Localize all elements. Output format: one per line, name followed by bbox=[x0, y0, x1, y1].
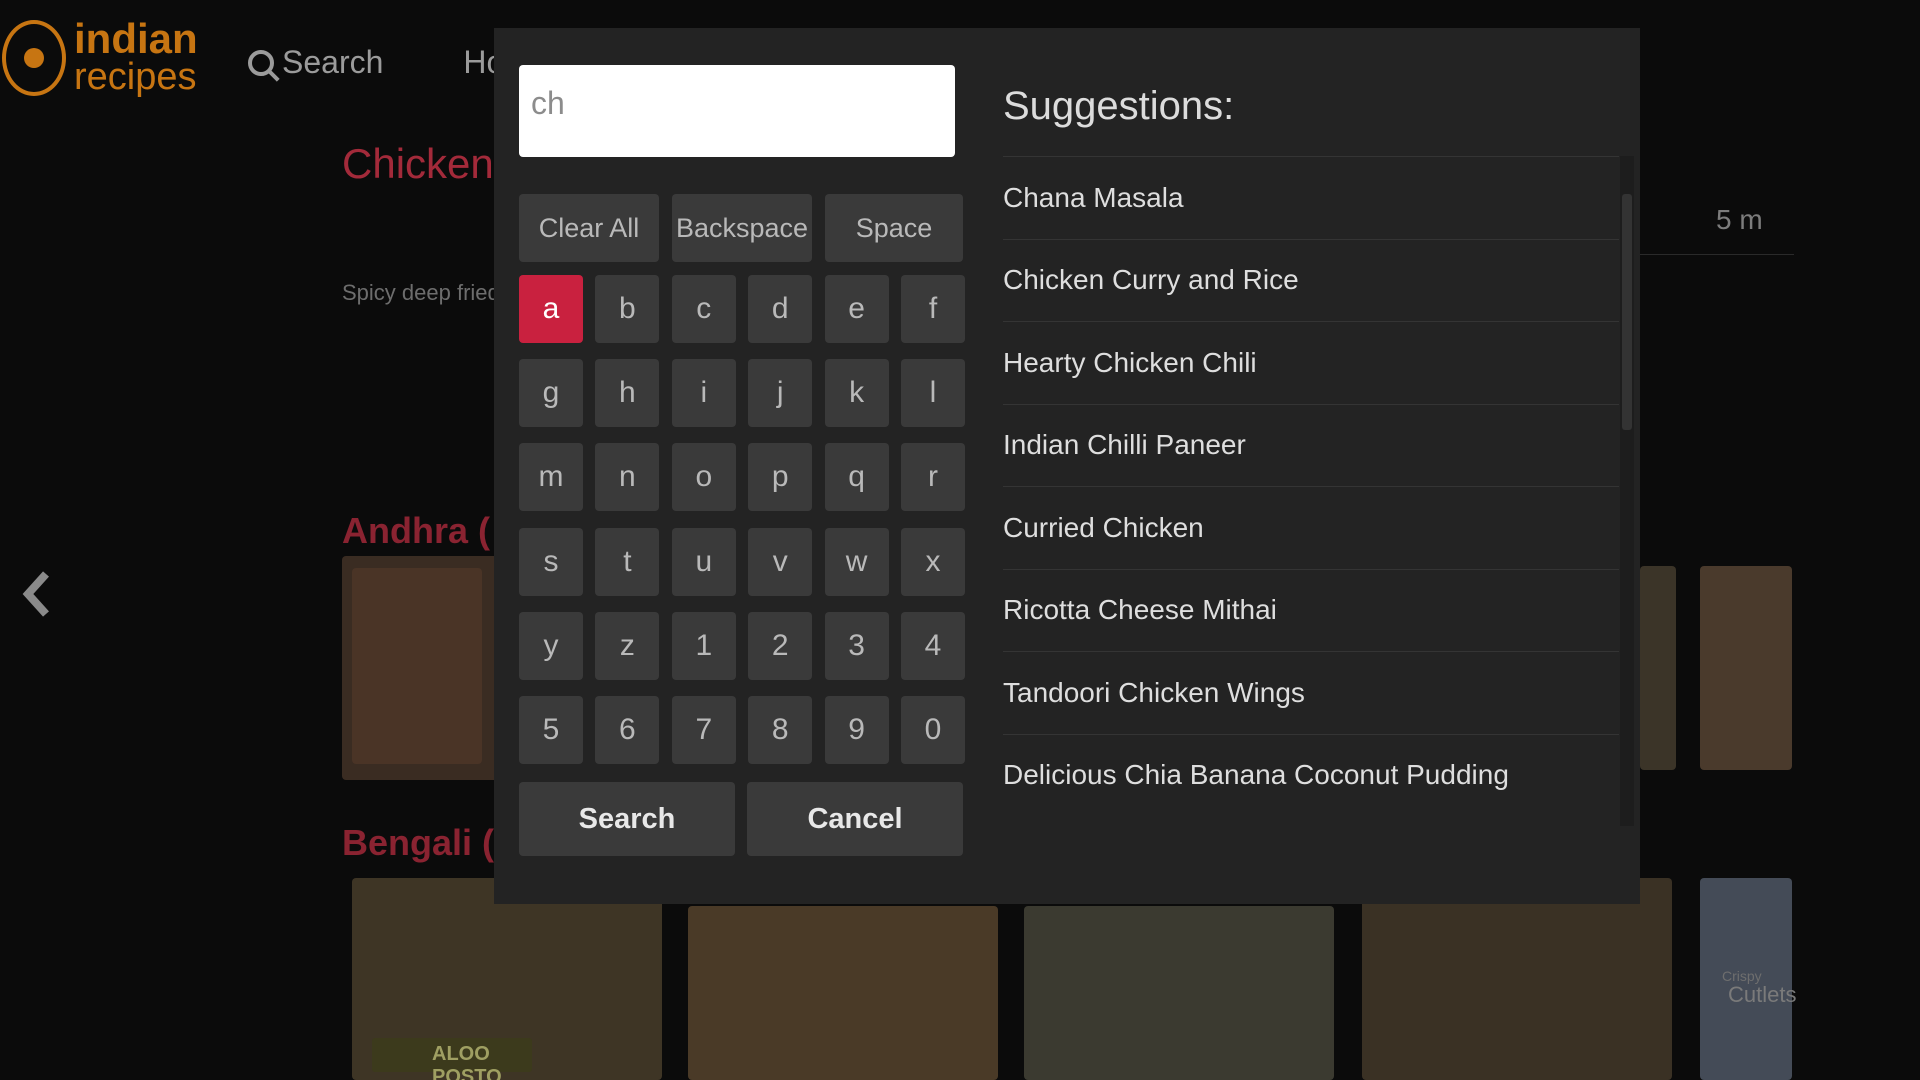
key-9[interactable]: 9 bbox=[824, 696, 889, 764]
recipe-time: 5 m bbox=[1716, 204, 1763, 235]
key-t[interactable]: t bbox=[595, 527, 660, 596]
key-q[interactable]: q bbox=[824, 443, 889, 512]
key-f[interactable]: f bbox=[901, 275, 965, 343]
key-5[interactable]: 5 bbox=[519, 696, 583, 764]
key-l[interactable]: l bbox=[901, 359, 965, 428]
recipe-description: Spicy deep fried bbox=[342, 280, 500, 305]
chevron-left-icon[interactable] bbox=[22, 568, 52, 620]
key-8[interactable]: 8 bbox=[748, 696, 813, 764]
thumbnail-caption-aloo-posto: ALOO POSTO bbox=[372, 1038, 532, 1080]
recipe-thumbnail[interactable] bbox=[1640, 566, 1676, 770]
suggestion-item[interactable]: Curried Chicken bbox=[1003, 486, 1619, 569]
key-b[interactable]: b bbox=[595, 275, 660, 343]
key-r[interactable]: r bbox=[901, 443, 965, 512]
recipe-thumbnail[interactable] bbox=[1024, 906, 1334, 1080]
recipe-thumbnail[interactable] bbox=[1700, 566, 1792, 770]
key-7[interactable]: 7 bbox=[671, 696, 736, 764]
suggestion-item[interactable]: Indian Chilli Paneer bbox=[1003, 403, 1619, 487]
key-o[interactable]: o bbox=[671, 443, 736, 512]
key-m[interactable]: m bbox=[519, 443, 583, 512]
key-n[interactable]: n bbox=[595, 443, 660, 512]
suggestion-item[interactable]: Chicken Curry and Rice bbox=[1003, 238, 1619, 322]
recipe-title: Chicken ( bbox=[342, 140, 520, 187]
key-d[interactable]: d bbox=[748, 275, 813, 343]
search-button[interactable]: Search bbox=[519, 782, 735, 856]
key-2[interactable]: 2 bbox=[748, 611, 813, 680]
key-k[interactable]: k bbox=[824, 359, 889, 428]
thumbnail-caption-cutlets: Cutlets bbox=[1728, 982, 1797, 1007]
key-6[interactable]: 6 bbox=[595, 696, 660, 764]
key-3[interactable]: 3 bbox=[824, 611, 889, 680]
key-c[interactable]: c bbox=[671, 275, 736, 343]
suggestion-item[interactable]: Delicious Chia Banana Coconut Pudding bbox=[1003, 733, 1619, 817]
recipe-thumbnail[interactable] bbox=[688, 906, 998, 1080]
key-p[interactable]: p bbox=[748, 443, 813, 512]
key-s[interactable]: s bbox=[519, 527, 583, 596]
key-u[interactable]: u bbox=[671, 527, 736, 596]
nav-search[interactable]: Search bbox=[248, 44, 383, 81]
recipe-thumbnail[interactable] bbox=[1362, 878, 1672, 1080]
backspace-button[interactable]: Backspace bbox=[672, 194, 812, 262]
suggestion-item[interactable]: Tandoori Chicken Wings bbox=[1003, 651, 1619, 734]
suggestion-item[interactable]: Ricotta Cheese Mithai bbox=[1003, 568, 1619, 652]
key-h[interactable]: h bbox=[595, 359, 660, 428]
suggestions-title: Suggestions: bbox=[1003, 84, 1235, 128]
search-icon bbox=[248, 49, 274, 76]
key-j[interactable]: j bbox=[748, 359, 813, 428]
search-dialog: ch Clear All Backspace Space abcdef ghijk… bbox=[494, 28, 1640, 904]
key-x[interactable]: x bbox=[901, 527, 965, 596]
suggestion-item[interactable]: Hearty Chicken Chili bbox=[1003, 321, 1619, 404]
search-input[interactable]: ch bbox=[519, 65, 955, 157]
recipe-thumbnail[interactable] bbox=[342, 556, 502, 780]
key-4[interactable]: 4 bbox=[901, 611, 965, 680]
suggestion-item[interactable]: Chana Masala bbox=[1003, 156, 1619, 239]
key-v[interactable]: v bbox=[748, 527, 813, 596]
divider bbox=[1638, 254, 1794, 255]
recipe-thumbnail[interactable]: ALOO POSTO bbox=[352, 878, 662, 1080]
key-a[interactable]: a bbox=[519, 275, 583, 343]
logo-text-line1: indian bbox=[74, 15, 198, 62]
suggestions-list: Chana Masala Chicken Curry and Rice Hear… bbox=[1003, 156, 1619, 816]
recipe-thumbnail[interactable]: Crispy Cutlets bbox=[1700, 878, 1796, 1080]
key-e[interactable]: e bbox=[824, 275, 889, 343]
suggestions-scrollbar-thumb[interactable] bbox=[1622, 194, 1632, 430]
key-g[interactable]: g bbox=[519, 359, 583, 428]
key-i[interactable]: i bbox=[671, 359, 736, 428]
key-1[interactable]: 1 bbox=[671, 611, 736, 680]
app-logo: indian recipes bbox=[0, 15, 198, 98]
key-0[interactable]: 0 bbox=[901, 696, 965, 764]
key-y[interactable]: y bbox=[519, 611, 583, 680]
key-w[interactable]: w bbox=[824, 527, 889, 596]
clear-all-button[interactable]: Clear All bbox=[519, 194, 659, 262]
top-nav: Search Hor bbox=[248, 44, 515, 81]
cancel-button[interactable]: Cancel bbox=[747, 782, 963, 856]
space-button[interactable]: Space bbox=[825, 194, 963, 262]
nav-search-label: Search bbox=[282, 44, 384, 80]
key-z[interactable]: z bbox=[595, 611, 660, 680]
logo-wheel-icon bbox=[2, 20, 66, 96]
logo-text-line2: recipes bbox=[74, 56, 197, 98]
